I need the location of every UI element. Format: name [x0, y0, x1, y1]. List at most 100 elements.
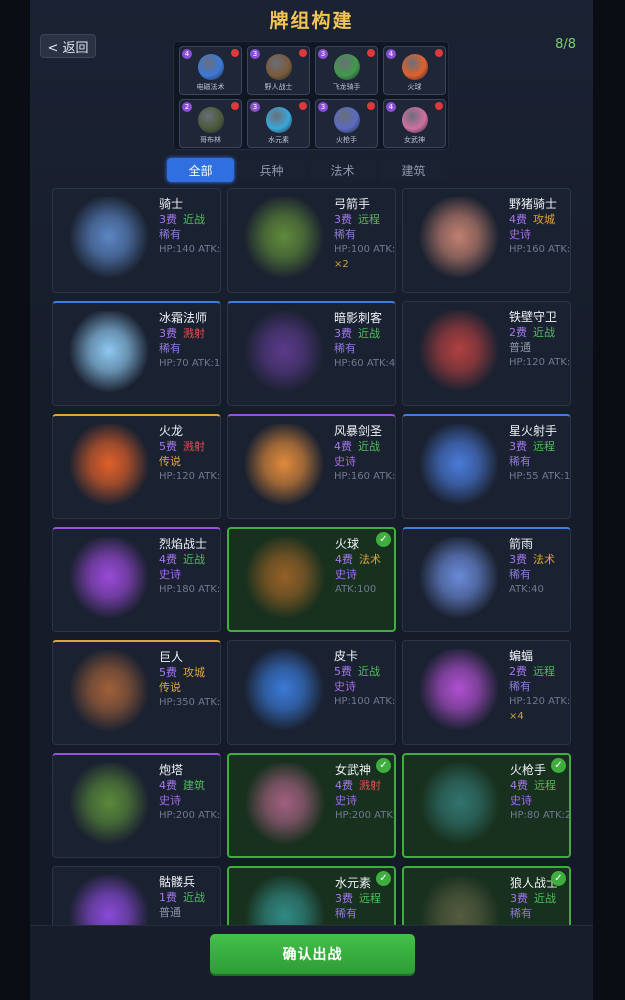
unit-card[interactable]: 女武神 4费 溅射 史诗 HP:200 ATK:3 ✓	[227, 753, 396, 858]
deck-slot[interactable]: 3 飞龙骑手	[315, 46, 378, 95]
card-stats: HP:200 ATK:3	[159, 810, 221, 821]
cost-badge: 3	[250, 102, 260, 112]
card-name: 野猪骑士	[509, 197, 558, 211]
arrow-rain-icon	[413, 537, 505, 625]
card-name: 暗影刺客	[334, 311, 383, 325]
hog-rider-icon	[413, 197, 505, 285]
card-type: 远程	[533, 665, 555, 678]
card-cost: 5费	[334, 665, 352, 678]
card-type: 近战	[358, 665, 380, 678]
star-archer-icon	[413, 424, 505, 512]
remove-icon[interactable]	[299, 102, 307, 110]
card-rarity: 史诗	[334, 455, 356, 468]
card-cost: 4费	[159, 553, 177, 566]
deck-slot[interactable]: 4 火球	[383, 46, 446, 95]
unit-card[interactable]: 蝙蝠 2费 远程 稀有 HP:120 ATK:8 ×4	[402, 640, 571, 745]
card-name: 皮卡	[334, 649, 359, 663]
tab-2[interactable]: 法术	[309, 158, 376, 182]
card-name: 蝙蝠	[509, 649, 534, 663]
card-rarity: 稀有	[510, 907, 532, 920]
tab-3[interactable]: 建筑	[380, 158, 447, 182]
deck-slot[interactable]: 4 女武神	[383, 99, 446, 148]
card-rarity: 史诗	[335, 794, 357, 807]
back-button[interactable]: < 返回	[40, 34, 96, 58]
card-meta: 5费 近战	[334, 664, 395, 679]
giant-icon	[63, 650, 155, 738]
left-margin	[0, 0, 30, 1000]
card-stats: HP:160 ATK:26	[509, 244, 571, 255]
fireball-icon	[239, 537, 331, 625]
card-rarity: 稀有	[509, 455, 531, 468]
card-type: 远程	[359, 892, 381, 905]
unit-card[interactable]: 铁壁守卫2费近战普通HP:120 ATK:12	[402, 301, 571, 406]
card-type: 远程	[533, 440, 555, 453]
unit-card[interactable]: 风暴剑圣 4费 近战 史诗 HP:160 ATK:3	[227, 414, 396, 519]
card-info: 皮卡 5费 近战 史诗 HP:100 ATK:4	[334, 649, 395, 709]
card-meta: 2费 近战	[509, 325, 570, 340]
deck-slot[interactable]: 3 水元素	[247, 99, 310, 148]
card-type: 近战	[358, 327, 380, 340]
card-meta: 4费 近战	[159, 552, 220, 567]
deck-slot[interactable]: 2 哥布林	[179, 99, 242, 148]
unit-card[interactable]: 野猪骑士4费攻城史诗HP:160 ATK:26	[402, 188, 571, 293]
deck-slot-name: 女武神	[404, 136, 425, 144]
card-rarity: 普通	[509, 341, 531, 354]
unit-card[interactable]: 火球 4费 法术 史诗 ATK:100 ✓	[227, 527, 396, 632]
remove-icon[interactable]	[231, 102, 239, 110]
deck-slot[interactable]: 3 火枪手	[315, 99, 378, 148]
card-name: 铁壁守卫	[509, 310, 558, 324]
check-icon: ✓	[376, 758, 391, 773]
unit-card[interactable]: 星火射手 3费 远程 稀有 HP:55 ATK:16	[402, 414, 571, 519]
tab-0[interactable]: 全部	[167, 158, 234, 182]
card-stats: ATK:40	[509, 584, 544, 595]
remove-icon[interactable]	[367, 49, 375, 57]
unit-card[interactable]: 骑士 3费 近战 稀有 HP:140 ATK:2	[52, 188, 221, 293]
card-info: 骷髅兵 1费 近战 普通	[159, 875, 220, 920]
remove-icon[interactable]	[435, 49, 443, 57]
unit-card[interactable]: 弓箭手 3费 远程 稀有 HP:100 ATK:1 ×2	[227, 188, 396, 293]
remove-icon[interactable]	[435, 102, 443, 110]
cost-badge: 4	[386, 102, 396, 112]
deck-slot[interactable]: 4 电磁法术	[179, 46, 242, 95]
confirm-battle-button[interactable]: 确认出战	[210, 934, 415, 974]
card-stats: HP:120 ATK:8	[509, 696, 571, 707]
unit-card[interactable]: 暗影刺客 3费 近战 稀有 HP:60 ATK:45	[227, 301, 396, 406]
card-rarity: 稀有	[335, 907, 357, 920]
card-rarity: 史诗	[510, 794, 532, 807]
card-type: 近战	[183, 213, 205, 226]
card-cost: 2费	[509, 326, 527, 339]
card-cost: 4费	[159, 779, 177, 792]
remove-icon[interactable]	[231, 49, 239, 57]
unit-card[interactable]: 火龙 5费 溅射 传说 HP:120 ATK:2	[52, 414, 221, 519]
card-meta: 4费 远程	[510, 778, 569, 793]
unit-card[interactable]: 巨人 5费 攻城 传说 HP:350 ATK:2	[52, 640, 221, 745]
card-type: 远程	[358, 213, 380, 226]
deck-slot[interactable]: 3 野人战士	[247, 46, 310, 95]
unit-card[interactable]: 烈焰战士 4费 近战 史诗 HP:180 ATK:2	[52, 527, 221, 632]
card-info: 铁壁守卫2费近战普通HP:120 ATK:12	[509, 310, 570, 370]
ice-mage-icon	[63, 311, 155, 399]
card-stats: HP:60 ATK:45	[334, 358, 396, 369]
unit-card[interactable]: 炮塔 4费 建筑 史诗 HP:200 ATK:3	[52, 753, 221, 858]
unit-card[interactable]: 火枪手 4费 远程 史诗 HP:80 ATK:22 ✓	[402, 753, 571, 858]
card-cost: 5费	[159, 666, 177, 679]
bats-icon	[413, 649, 505, 737]
card-meta: 3费 远程	[334, 212, 395, 227]
valkyrie-icon	[239, 763, 331, 851]
cost-badge: 3	[318, 49, 328, 59]
unit-card[interactable]: 皮卡 5费 近战 史诗 HP:100 ATK:4	[227, 640, 396, 745]
unit-card[interactable]: 冰霜法师 3费 溅射 稀有 HP:70 ATK:18	[52, 301, 221, 406]
tab-1[interactable]: 兵种	[238, 158, 305, 182]
card-cost: 3费	[509, 553, 527, 566]
card-type: 攻城	[183, 666, 205, 679]
remove-icon[interactable]	[299, 49, 307, 57]
remove-icon[interactable]	[367, 102, 375, 110]
deck-slot-name: 电磁法术	[196, 83, 225, 91]
deck-slot-name: 野人战士	[264, 83, 293, 91]
unit-card[interactable]: 箭雨 3费 法术 稀有 ATK:40	[402, 527, 571, 632]
card-stats: HP:80 ATK:22	[510, 810, 571, 821]
card-multiplier: ×2	[334, 259, 349, 270]
fire-dragon-icon	[63, 424, 155, 512]
water-elemental-icon	[265, 107, 292, 133]
card-cost: 1费	[159, 891, 177, 904]
